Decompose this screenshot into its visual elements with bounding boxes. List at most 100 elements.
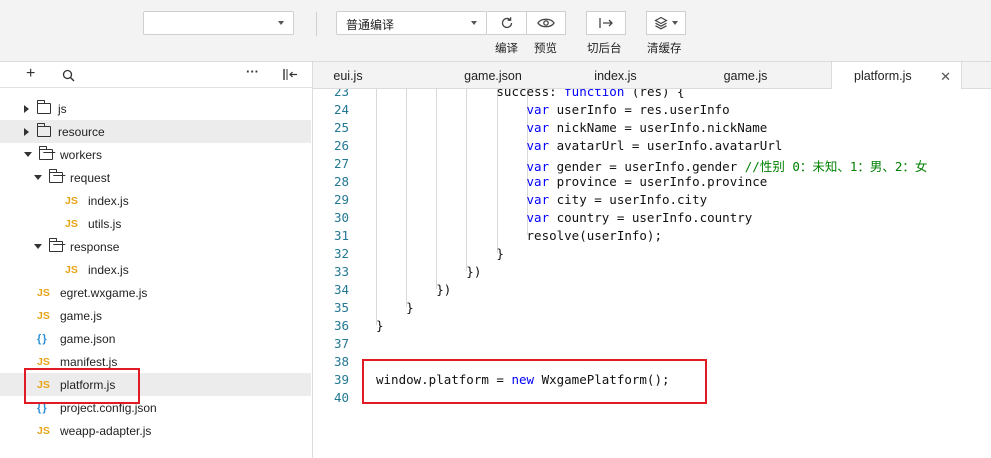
layers-icon xyxy=(654,16,668,30)
switch-background-button[interactable] xyxy=(586,11,626,35)
line-number: 38 xyxy=(333,354,349,369)
code-line: var city = userInfo.city xyxy=(526,192,708,207)
caret-right-icon[interactable] xyxy=(24,104,29,113)
mode-select[interactable] xyxy=(143,11,294,35)
js-file-icon: JS xyxy=(37,309,50,322)
code-line: var gender = userInfo.gender //性别 0：未知、1… xyxy=(526,159,928,174)
editor-tabs: eui.js game.json index.js game.js platfo… xyxy=(313,62,991,90)
line-number: 31 xyxy=(333,228,349,243)
caret-down-icon[interactable] xyxy=(34,244,42,249)
js-file-icon: JS xyxy=(37,355,50,368)
toolbar-divider xyxy=(316,12,317,36)
js-file-icon: JS xyxy=(65,217,78,230)
tab-label: platform.js xyxy=(854,69,912,83)
preview-label: 预览 xyxy=(534,43,557,55)
code-line: }) xyxy=(376,282,452,297)
code-line: var userInfo = res.userInfo xyxy=(526,102,730,117)
code-line: var country = userInfo.country xyxy=(526,210,753,225)
folder-icon xyxy=(37,100,51,114)
tree-folder[interactable]: resource xyxy=(0,120,311,143)
line-number: 24 xyxy=(333,102,349,117)
caret-down-icon[interactable] xyxy=(24,152,32,157)
top-toolbar: 普通编译 编译 预览 切后台 清缓存 xyxy=(0,0,991,62)
clear-cache-button[interactable] xyxy=(646,11,686,35)
code-editor[interactable]: 23 success: function (res) {24 var userI… xyxy=(313,89,991,458)
code-line: var province = userInfo.province xyxy=(526,174,768,189)
js-file-icon: JS xyxy=(37,424,50,437)
line-number: 35 xyxy=(333,300,349,315)
tree-item-label: request xyxy=(70,170,111,185)
tree-file[interactable]: { } game.json xyxy=(0,327,311,350)
line-number: 25 xyxy=(333,120,349,135)
compile-button[interactable] xyxy=(487,11,527,35)
tree-file[interactable]: JS egret.wxgame.js xyxy=(0,281,311,304)
tab-platform-js[interactable]: platform.js ✕ xyxy=(831,62,962,90)
code-line: } xyxy=(376,246,504,261)
line-number: 29 xyxy=(333,192,349,207)
chevron-down-icon xyxy=(278,21,284,25)
tree-file[interactable]: JS index.js xyxy=(0,189,311,212)
chevron-down-icon xyxy=(672,21,678,25)
line-number: 26 xyxy=(333,138,349,153)
tree-folder[interactable]: request xyxy=(0,166,311,189)
tree-item-label: index.js xyxy=(88,193,129,208)
tree-item-label: response xyxy=(70,239,120,254)
folder-open-icon xyxy=(49,169,63,183)
switch-background-label: 切后台 xyxy=(587,43,622,55)
folder-icon xyxy=(37,123,51,137)
tree-folder[interactable]: js xyxy=(0,97,311,120)
tab-game-js[interactable]: game.js xyxy=(698,62,793,89)
line-number: 27 xyxy=(333,156,349,171)
tree-item-label: resource xyxy=(58,124,105,139)
line-number: 39 xyxy=(333,372,349,387)
code-line: var avatarUrl = userInfo.avatarUrl xyxy=(526,138,783,153)
highlight-platform-js xyxy=(24,368,140,404)
line-number: 28 xyxy=(333,174,349,189)
code-line: success: function (res) { xyxy=(376,89,685,99)
chevron-down-icon xyxy=(471,21,477,25)
json-file-icon: { } xyxy=(37,332,47,345)
add-icon[interactable]: + xyxy=(26,65,35,83)
tree-item-label: workers xyxy=(60,147,103,162)
folder-open-icon xyxy=(49,238,63,252)
tree-item-label: index.js xyxy=(88,262,129,277)
line-number: 32 xyxy=(333,246,349,261)
js-file-icon: JS xyxy=(37,286,50,299)
tree-folder[interactable]: response xyxy=(0,235,311,258)
code-line: resolve(userInfo); xyxy=(376,228,662,243)
tab-label: eui.js xyxy=(333,68,363,83)
tab-label: game.js xyxy=(723,68,768,83)
explorer-header: + ··· xyxy=(0,62,312,88)
tree-file[interactable]: JS game.js xyxy=(0,304,311,327)
code-line: } xyxy=(376,300,414,315)
tree-file[interactable]: JS index.js xyxy=(0,258,311,281)
caret-down-icon[interactable] xyxy=(34,175,42,180)
compile-label: 编译 xyxy=(495,43,518,55)
more-icon[interactable]: ··· xyxy=(246,64,259,79)
line-number: 36 xyxy=(333,318,349,333)
tree-folder[interactable]: workers xyxy=(0,143,311,166)
preview-button[interactable] xyxy=(526,11,566,35)
close-icon[interactable]: ✕ xyxy=(940,69,951,85)
switch-background-icon xyxy=(599,18,613,28)
caret-right-icon[interactable] xyxy=(24,127,29,136)
tab-game-json[interactable]: game.json xyxy=(433,62,553,89)
collapse-panel-icon[interactable] xyxy=(282,68,298,81)
line-number: 33 xyxy=(333,264,349,279)
tree-file[interactable]: JS utils.js xyxy=(0,212,311,235)
code-line: } xyxy=(376,318,384,333)
tree-item-label: game.js xyxy=(60,308,103,323)
tab-index-js[interactable]: index.js xyxy=(563,62,668,89)
tree-item-label: manifest.js xyxy=(60,354,118,369)
file-explorer: + ··· js resource workers request JS index.js… xyxy=(0,62,313,458)
compile-mode-select[interactable]: 普通编译 xyxy=(336,11,487,35)
tree-file[interactable]: JS weapp-adapter.js xyxy=(0,419,311,442)
tree-item-label: utils.js xyxy=(88,216,122,231)
tree-item-label: js xyxy=(58,101,67,116)
highlight-window-platform xyxy=(362,359,707,404)
eye-icon xyxy=(537,18,555,28)
tab-label: game.json xyxy=(464,68,522,83)
tab-eui-js[interactable]: eui.js xyxy=(313,62,383,89)
code-line: var nickName = userInfo.nickName xyxy=(526,120,768,135)
search-icon[interactable] xyxy=(62,69,75,82)
